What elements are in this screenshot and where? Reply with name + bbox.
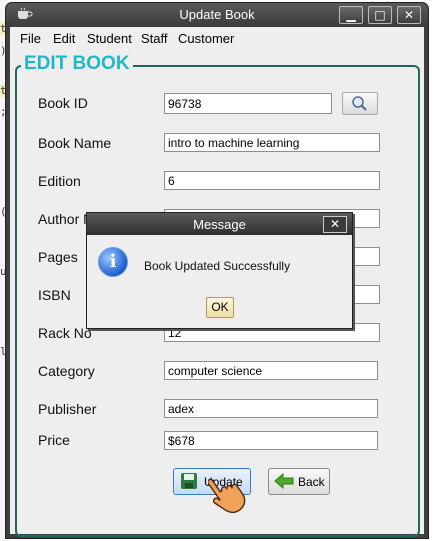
dialog-message: Book Updated Successfully (144, 259, 291, 273)
search-button[interactable] (342, 92, 378, 115)
label-rack-no: Rack No (38, 325, 92, 341)
label-author: Author N (38, 211, 94, 227)
save-icon (180, 472, 198, 493)
window-titlebar[interactable]: Update Book ▁ □ ✕ (6, 3, 428, 27)
maximize-button[interactable]: □ (368, 6, 392, 24)
panel-heading: EDIT BOOK (21, 53, 133, 75)
menu-bar: File Edit Student Staff Customer (10, 27, 424, 49)
info-icon: i (98, 247, 128, 277)
label-publisher: Publisher (38, 401, 97, 417)
label-book-name: Book Name (38, 135, 112, 151)
label-edition: Edition (38, 173, 81, 189)
label-pages: Pages (38, 249, 78, 265)
back-arrow-icon (274, 472, 294, 493)
menu-file[interactable]: File (20, 31, 41, 46)
label-book-id: Book ID (38, 95, 88, 111)
hand-cursor-icon (207, 464, 258, 514)
label-category: Category (38, 363, 95, 379)
minimize-button[interactable]: ▁ (339, 6, 363, 24)
menu-edit[interactable]: Edit (53, 31, 75, 46)
book-name-field[interactable]: intro to machine learning (164, 133, 380, 152)
dialog-close-button[interactable]: ✕ (323, 216, 347, 233)
price-field[interactable]: $678 (164, 431, 378, 450)
window-title: Update Book (179, 7, 255, 22)
book-id-field[interactable]: 96738 (164, 93, 332, 114)
message-dialog: Message ✕ i Book Updated Successfully OK (86, 212, 353, 329)
dialog-title: Message (193, 217, 246, 232)
menu-staff[interactable]: Staff (141, 31, 168, 46)
label-isbn: ISBN (38, 287, 71, 303)
menu-student[interactable]: Student (87, 31, 132, 46)
category-field[interactable]: computer science (164, 361, 378, 380)
dialog-titlebar[interactable]: Message ✕ (87, 213, 352, 235)
edition-field[interactable]: 6 (164, 171, 380, 190)
back-button-label: Back (298, 475, 325, 489)
search-icon (343, 96, 377, 118)
publisher-field[interactable]: adex (164, 399, 378, 418)
back-button[interactable]: Back (268, 468, 330, 495)
ok-button[interactable]: OK (206, 297, 234, 318)
label-price: Price (38, 432, 70, 448)
menu-customer[interactable]: Customer (178, 31, 234, 46)
close-button[interactable]: ✕ (397, 6, 421, 24)
